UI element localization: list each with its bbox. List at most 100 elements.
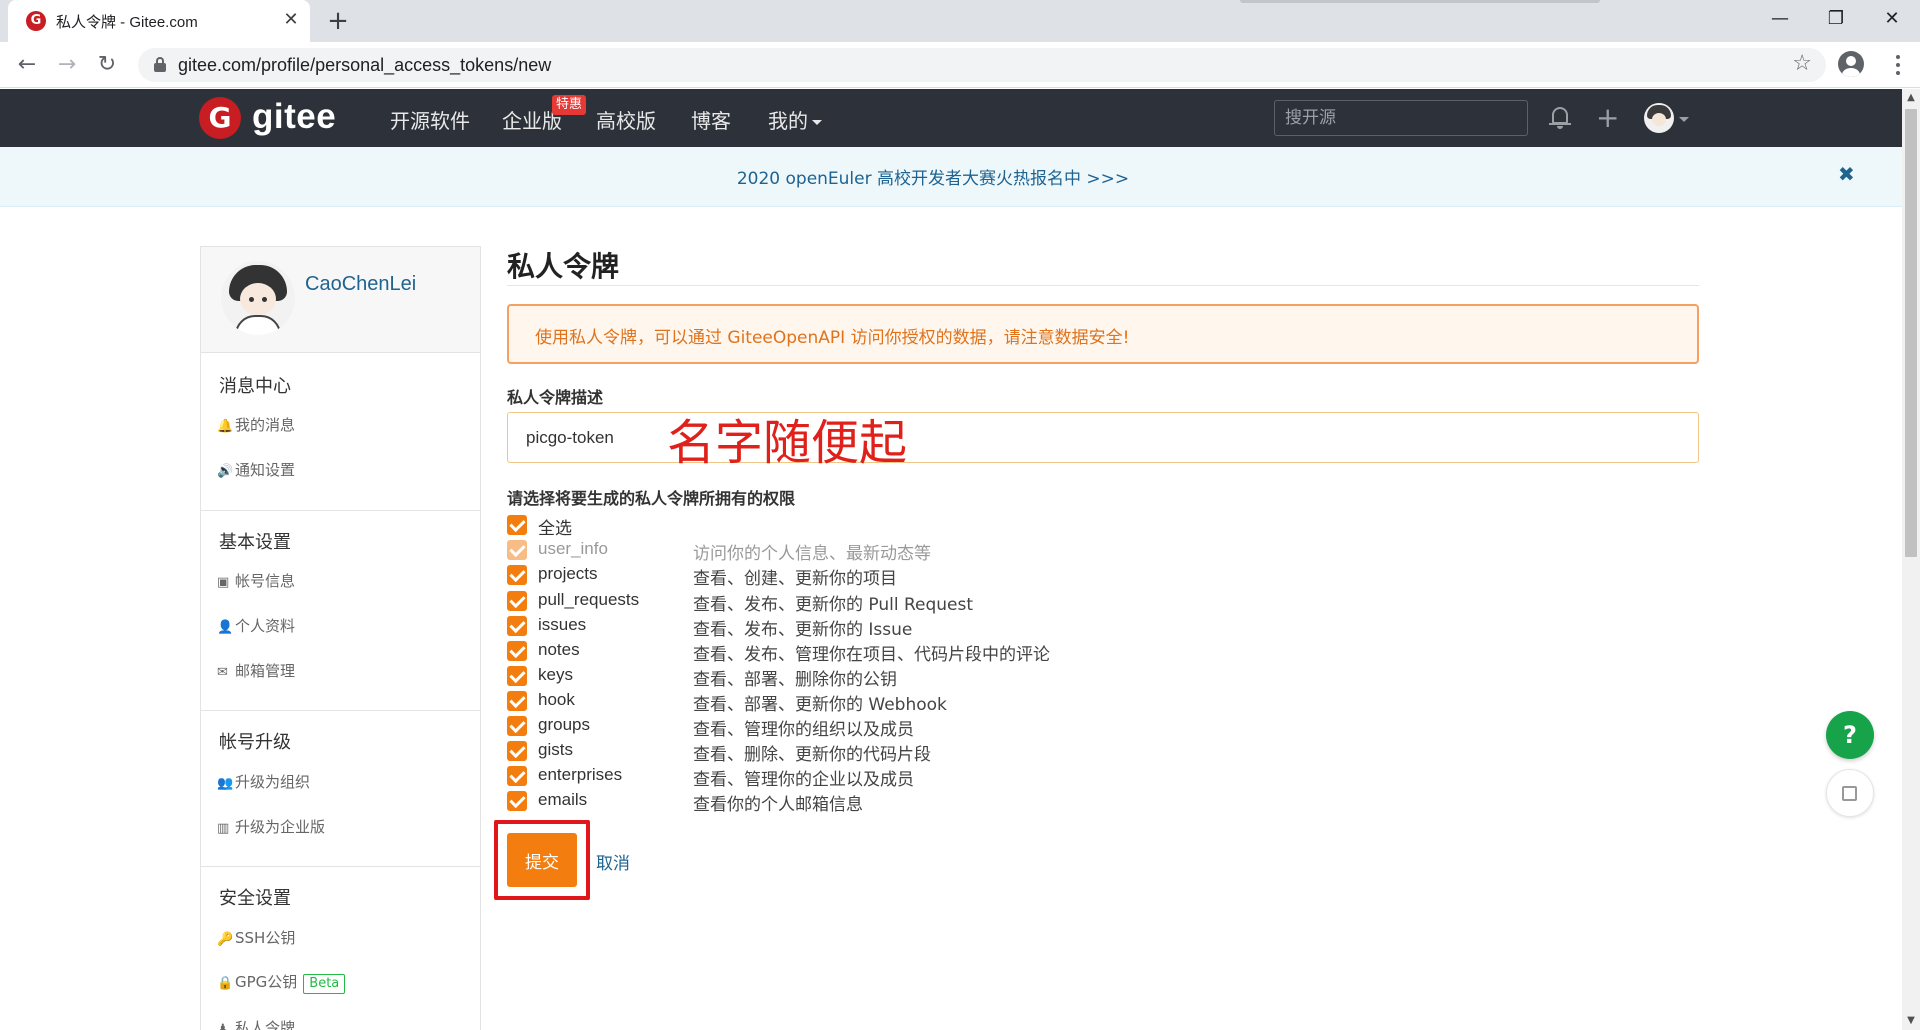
permission-checkbox[interactable] <box>507 691 527 711</box>
profile-username[interactable]: CaoChenLei <box>305 273 416 296</box>
nav-blog[interactable]: 博客 <box>691 105 731 134</box>
permission-row: pull_requests 查看、发布、更新你的 Pull Request <box>507 589 1207 615</box>
permission-checkbox[interactable] <box>507 565 527 585</box>
browser-toolbar: ← → ↻ gitee.com/profile/personal_access_… <box>0 42 1920 88</box>
avatar-chevron-down-icon[interactable] <box>1679 117 1689 122</box>
announcement-link[interactable]: 2020 openEuler 高校开发者大赛火热报名中 >>> <box>0 164 1866 189</box>
permission-name: gists <box>538 740 573 759</box>
permission-name: emails <box>538 790 588 809</box>
permission-description: 查看你的个人邮箱信息 <box>693 795 863 815</box>
announcement-close-icon[interactable]: ✖ <box>1838 162 1855 186</box>
page-scrollbar[interactable]: ▲ ▼ <box>1902 89 1920 1030</box>
url-text[interactable]: gitee.com/profile/personal_access_tokens… <box>178 55 551 76</box>
permission-name: enterprises <box>538 765 623 784</box>
profile-avatar[interactable] <box>221 261 295 335</box>
warning-text: 使用私人令牌，可以通过 GiteeOpenAPI 访问你授权的数据，请注意数据安… <box>535 328 1130 348</box>
sidebar-item-label: 升级为企业版 <box>235 818 326 836</box>
nav-university[interactable]: 高校版 <box>596 105 656 134</box>
share-button[interactable] <box>1826 769 1874 817</box>
section-message-center: 消息中心 <box>219 376 291 397</box>
key-icon: 🔑 <box>217 932 234 947</box>
permission-name: keys <box>538 665 573 684</box>
permission-row: user_info 访问你的个人信息、最新动态等 <box>507 538 1207 564</box>
permission-name: hook <box>538 690 575 709</box>
sidebar-item-profile[interactable]: 👤 个人资料 <box>217 615 295 636</box>
permission-checkbox[interactable] <box>507 616 527 636</box>
bell-icon: 🔔 <box>217 419 234 434</box>
sidebar-item-upgrade-org[interactable]: 👥 升级为组织 <box>217 771 310 792</box>
permission-checkbox[interactable] <box>507 716 527 736</box>
cancel-link[interactable]: 取消 <box>596 849 630 874</box>
bell-icon[interactable] <box>1548 105 1572 131</box>
nav-open-source[interactable]: 开源软件 <box>390 105 470 134</box>
window-restore-button[interactable]: ❐ <box>1808 0 1864 38</box>
chevron-down-icon <box>812 120 822 125</box>
scroll-down-icon[interactable]: ▼ <box>1902 1012 1920 1030</box>
sidebar-item-ssh-keys[interactable]: 🔑 SSH公钥 <box>217 927 295 948</box>
reload-icon[interactable]: ↻ <box>92 50 122 80</box>
new-tab-button[interactable]: + <box>324 7 352 35</box>
title-divider <box>507 285 1699 286</box>
help-button[interactable]: ? <box>1826 711 1874 759</box>
sidebar-item-upgrade-enterprise[interactable]: ▥ 升级为企业版 <box>217 816 325 837</box>
permission-checkbox[interactable] <box>507 591 527 611</box>
scroll-up-icon[interactable]: ▲ <box>1902 89 1920 107</box>
permission-description: 查看、删除、更新你的代码片段 <box>693 745 931 765</box>
browser-tab-active[interactable]: G 私人令牌 - Gitee.com ✕ <box>8 0 310 42</box>
permission-row: groups 查看、管理你的组织以及成员 <box>507 714 1207 740</box>
annotation-text: 名字随便起 <box>667 415 908 471</box>
select-all-checkbox[interactable] <box>507 515 527 535</box>
page-title: 私人令牌 <box>507 250 620 283</box>
browser-menu-icon[interactable] <box>1888 50 1908 80</box>
bookmark-star-icon[interactable]: ☆ <box>1792 51 1812 76</box>
search-input[interactable] <box>1274 100 1528 136</box>
address-bar[interactable]: gitee.com/profile/personal_access_tokens… <box>138 48 1826 82</box>
sidebar-item-account-info[interactable]: ▣ 帐号信息 <box>217 570 295 591</box>
permission-row: notes 查看、发布、管理你在项目、代码片段中的评论 <box>507 639 1207 665</box>
permission-name: pull_requests <box>538 590 640 609</box>
permission-description: 查看、管理你的企业以及成员 <box>693 770 914 790</box>
user-avatar[interactable] <box>1644 103 1674 133</box>
gitee-logo-icon[interactable]: G <box>199 97 241 139</box>
permission-row: keys 查看、部署、删除你的公钥 <box>507 664 1207 690</box>
sidebar-item-my-messages[interactable]: 🔔 我的消息 <box>217 414 295 435</box>
user-secret-icon: ♟ <box>217 1022 229 1030</box>
permission-checkbox[interactable] <box>507 666 527 686</box>
permission-checkbox[interactable] <box>507 791 527 811</box>
window-close-button[interactable]: ✕ <box>1864 0 1920 38</box>
scroll-thumb[interactable] <box>1905 109 1917 557</box>
submit-button[interactable]: 提交 <box>507 833 577 887</box>
permission-checkbox[interactable] <box>507 741 527 761</box>
beta-badge: Beta <box>303 974 346 994</box>
users-icon: 👥 <box>217 776 234 791</box>
lock-icon <box>154 57 166 72</box>
gitee-favicon-icon: G <box>26 11 46 31</box>
sidebar-item-label: 我的消息 <box>235 416 296 434</box>
create-plus-icon[interactable]: + <box>1596 101 1619 134</box>
tab-close-icon[interactable]: ✕ <box>280 9 302 31</box>
permission-name: issues <box>538 615 587 634</box>
tab-title: 私人令牌 - Gitee.com <box>56 14 198 31</box>
sidebar-item-email[interactable]: ✉ 邮箱管理 <box>217 660 295 681</box>
nav-mine[interactable]: 我的 <box>768 105 822 134</box>
sidebar-item-label: GPG公钥 <box>235 973 298 991</box>
permission-description: 查看、发布、管理你在项目、代码片段中的评论 <box>693 645 1050 665</box>
sidebar-item-label: SSH公钥 <box>235 929 296 947</box>
permission-name: groups <box>538 715 590 734</box>
back-arrow-icon[interactable]: ← <box>12 50 42 80</box>
sidebar-item-gpg-keys[interactable]: 🔒 GPG公钥 Beta <box>217 971 346 994</box>
gitee-logo-text[interactable]: gitee <box>252 97 336 137</box>
sidebar-item-label: 通知设置 <box>235 461 296 479</box>
permission-row: enterprises 查看、管理你的企业以及成员 <box>507 764 1207 790</box>
sidebar-divider <box>201 710 480 711</box>
forward-arrow-icon[interactable]: → <box>52 50 82 80</box>
permission-row: hook 查看、部署、更新你的 Webhook <box>507 689 1207 715</box>
window-minimize-button[interactable]: — <box>1752 0 1808 38</box>
sidebar-item-notification-settings[interactable]: 🔊 通知设置 <box>217 459 295 480</box>
sidebar-item-access-tokens[interactable]: ♟ 私人令牌 <box>217 1017 295 1030</box>
permission-row: gists 查看、删除、更新你的代码片段 <box>507 739 1207 765</box>
permission-checkbox[interactable] <box>507 641 527 661</box>
permission-checkbox[interactable] <box>507 766 527 786</box>
permission-description: 查看、管理你的组织以及成员 <box>693 720 914 740</box>
browser-profile-icon[interactable] <box>1838 51 1864 77</box>
